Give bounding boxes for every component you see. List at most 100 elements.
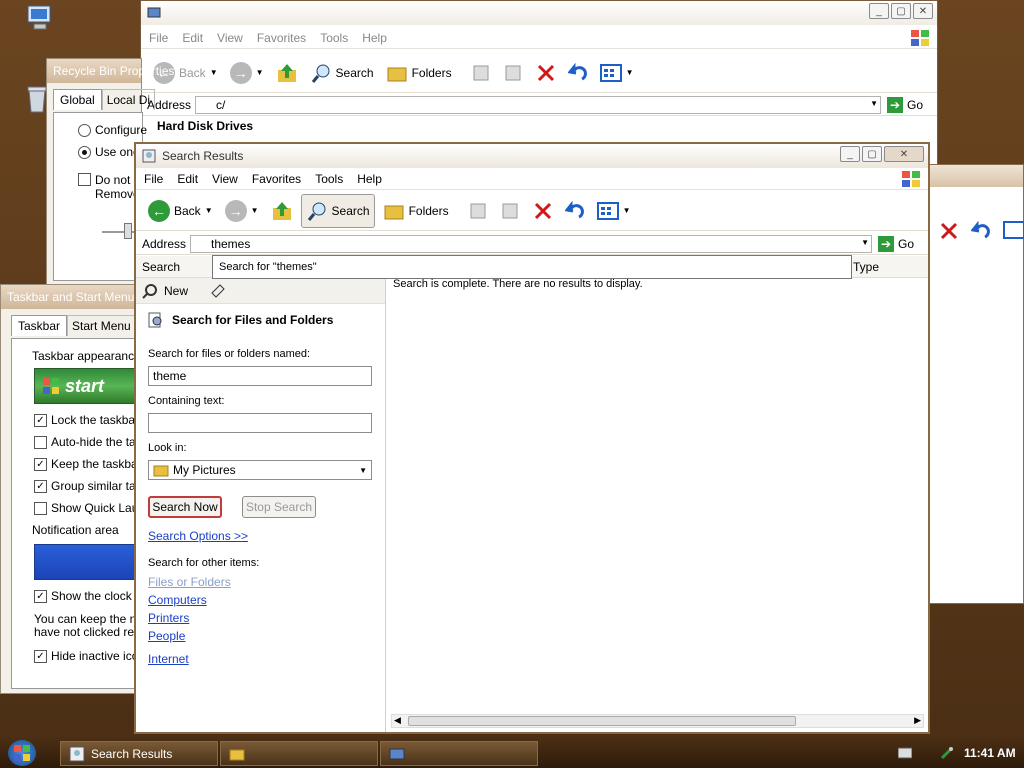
views-button[interactable]: ▼ bbox=[596, 56, 638, 90]
printers-link[interactable]: Printers bbox=[148, 611, 189, 625]
address-dropdown-icon[interactable]: ▼ bbox=[861, 238, 869, 247]
go-button[interactable]: ➔ Go bbox=[881, 96, 937, 113]
size-slider-thumb[interactable] bbox=[124, 223, 132, 239]
files-or-folders-link[interactable]: Files or Folders bbox=[148, 575, 231, 589]
radio-configure[interactable]: Configure bbox=[78, 123, 147, 137]
checkbox-group-similar[interactable]: ✓ Group similar task bbox=[34, 479, 142, 493]
menu-help[interactable]: Help bbox=[362, 31, 387, 45]
taskbar-search-results[interactable]: Search Results bbox=[60, 741, 218, 766]
folders-button[interactable]: Folders bbox=[379, 194, 453, 228]
checkbox-lock-taskbar[interactable]: ✓ Lock the taskbar bbox=[34, 413, 142, 427]
right-background-window[interactable] bbox=[928, 164, 1024, 604]
forward-button[interactable]: → ▼ bbox=[221, 194, 263, 228]
checkbox-auto-hide[interactable]: Auto-hide the task bbox=[34, 435, 142, 449]
keyboard-icon[interactable] bbox=[898, 747, 912, 759]
delete-button[interactable] bbox=[529, 194, 557, 228]
search-window-titlebar[interactable]: Search Results _ ▢ ✕ bbox=[136, 144, 928, 168]
file-name-input[interactable]: theme bbox=[148, 366, 372, 386]
recycle-bin-desktop-icon[interactable] bbox=[26, 84, 48, 114]
radio-use-one-control[interactable] bbox=[78, 145, 91, 159]
autocomplete-item[interactable]: Search for "themes" bbox=[219, 261, 317, 273]
scrollbar-thumb[interactable] bbox=[408, 716, 796, 726]
horizontal-scrollbar[interactable]: ◀ ▶ bbox=[391, 714, 924, 728]
tab-start-menu[interactable]: Start Menu bbox=[67, 315, 136, 336]
delete-icon[interactable] bbox=[939, 221, 959, 241]
menu-tools[interactable]: Tools bbox=[320, 31, 348, 45]
menu-tools[interactable]: Tools bbox=[315, 172, 343, 186]
look-in-dropdown-icon[interactable]: ▼ bbox=[359, 466, 367, 475]
search-options-link[interactable]: Search Options >> bbox=[148, 529, 248, 543]
views-button[interactable]: ▼ bbox=[593, 194, 635, 228]
menu-favorites[interactable]: Favorites bbox=[257, 31, 306, 45]
back-button[interactable]: ← Back ▼ bbox=[144, 194, 217, 228]
address-dropdown-icon[interactable]: ▼ bbox=[870, 99, 878, 108]
checkbox-show-clock[interactable]: ✓ Show the clock bbox=[34, 589, 132, 603]
up-folder-button[interactable] bbox=[272, 56, 302, 90]
scroll-right-icon[interactable]: ▶ bbox=[914, 715, 921, 726]
radio-use-one[interactable]: Use one bbox=[78, 145, 140, 159]
taskbar-explorer-window[interactable] bbox=[380, 741, 538, 766]
containing-text-input[interactable] bbox=[148, 413, 372, 433]
search-now-button[interactable]: Search Now bbox=[148, 496, 222, 518]
move-to-button[interactable] bbox=[468, 56, 496, 90]
menu-file[interactable]: File bbox=[144, 172, 163, 186]
up-folder-button[interactable] bbox=[267, 194, 297, 228]
scroll-left-icon[interactable]: ◀ bbox=[394, 715, 401, 726]
checkbox-keep-on-top[interactable]: ✓ Keep the taskbar bbox=[34, 457, 142, 471]
checkbox-quick-launch-control[interactable] bbox=[34, 501, 47, 515]
search-results-window[interactable]: Search Results _ ▢ ✕ File Edit View Favo… bbox=[134, 142, 930, 734]
taskbar-folder-window[interactable] bbox=[220, 741, 378, 766]
my-computer-desktop-icon[interactable] bbox=[24, 4, 56, 32]
menu-view[interactable]: View bbox=[217, 31, 243, 45]
internet-link[interactable]: Internet bbox=[148, 652, 189, 666]
undo-button[interactable] bbox=[561, 194, 589, 228]
menu-favorites[interactable]: Favorites bbox=[252, 172, 301, 186]
menu-edit[interactable]: Edit bbox=[182, 31, 203, 45]
clock[interactable]: 11:41 AM bbox=[964, 746, 1016, 760]
copy-to-button[interactable] bbox=[497, 194, 525, 228]
maximize-button[interactable]: ▢ bbox=[862, 146, 882, 162]
move-to-button[interactable] bbox=[465, 194, 493, 228]
people-link[interactable]: People bbox=[148, 629, 185, 643]
checkbox-do-not-move-control[interactable] bbox=[78, 173, 91, 186]
column-type-header[interactable]: Type bbox=[853, 260, 879, 274]
menu-file[interactable]: File bbox=[149, 31, 168, 45]
tab-local-drive[interactable]: Local Di bbox=[101, 89, 156, 110]
taskbar-dialog-title[interactable]: Taskbar and Start Menu bbox=[1, 285, 143, 309]
checkbox-hide-inactive[interactable]: ✓ Hide inactive icon bbox=[34, 649, 142, 663]
tab-taskbar[interactable]: Taskbar bbox=[11, 315, 68, 336]
delete-button[interactable] bbox=[532, 56, 560, 90]
search-button[interactable]: Search bbox=[300, 193, 375, 228]
checkbox-hide-inactive-control[interactable]: ✓ bbox=[34, 649, 47, 663]
go-button[interactable]: ➔ Go bbox=[872, 235, 928, 252]
computers-link[interactable]: Computers bbox=[148, 593, 207, 607]
recycle-bin-properties-dialog[interactable]: Recycle Bin Properties Global Local Di C… bbox=[46, 58, 174, 290]
folders-button[interactable]: Folders bbox=[382, 56, 456, 90]
minimize-button[interactable]: _ bbox=[840, 146, 860, 162]
checkbox-show-clock-control[interactable]: ✓ bbox=[34, 589, 47, 603]
undo-icon[interactable] bbox=[971, 221, 991, 241]
checkbox-lock-taskbar-control[interactable]: ✓ bbox=[34, 413, 47, 427]
checkbox-keep-on-top-control[interactable]: ✓ bbox=[34, 457, 47, 471]
safely-remove-hardware-icon[interactable] bbox=[940, 746, 954, 760]
checkbox-auto-hide-control[interactable] bbox=[34, 435, 47, 449]
minimize-button[interactable]: _ bbox=[869, 3, 889, 19]
recycle-dialog-title[interactable]: Recycle Bin Properties bbox=[47, 59, 174, 83]
tab-global[interactable]: Global bbox=[53, 89, 102, 110]
stop-search-button[interactable]: Stop Search bbox=[242, 496, 316, 518]
new-search-button[interactable]: New bbox=[164, 284, 188, 298]
address-input[interactable]: themes ▼ bbox=[190, 234, 872, 253]
right-window-titlebar[interactable] bbox=[929, 165, 1023, 187]
search-button[interactable]: Search bbox=[306, 56, 378, 90]
maximize-button[interactable]: ▢ bbox=[891, 3, 911, 19]
address-input[interactable]: c/ ▼ bbox=[195, 95, 881, 114]
radio-configure-control[interactable] bbox=[78, 123, 91, 137]
autocomplete-dropdown[interactable]: Search for "themes" bbox=[212, 255, 852, 279]
undo-button[interactable] bbox=[564, 56, 592, 90]
close-button[interactable]: ✕ bbox=[884, 146, 924, 162]
menu-edit[interactable]: Edit bbox=[177, 172, 198, 186]
views-icon[interactable] bbox=[1003, 221, 1024, 239]
menu-view[interactable]: View bbox=[212, 172, 238, 186]
back-window-titlebar[interactable]: _ ▢ ✕ bbox=[141, 1, 937, 25]
close-button[interactable]: ✕ bbox=[913, 3, 933, 19]
